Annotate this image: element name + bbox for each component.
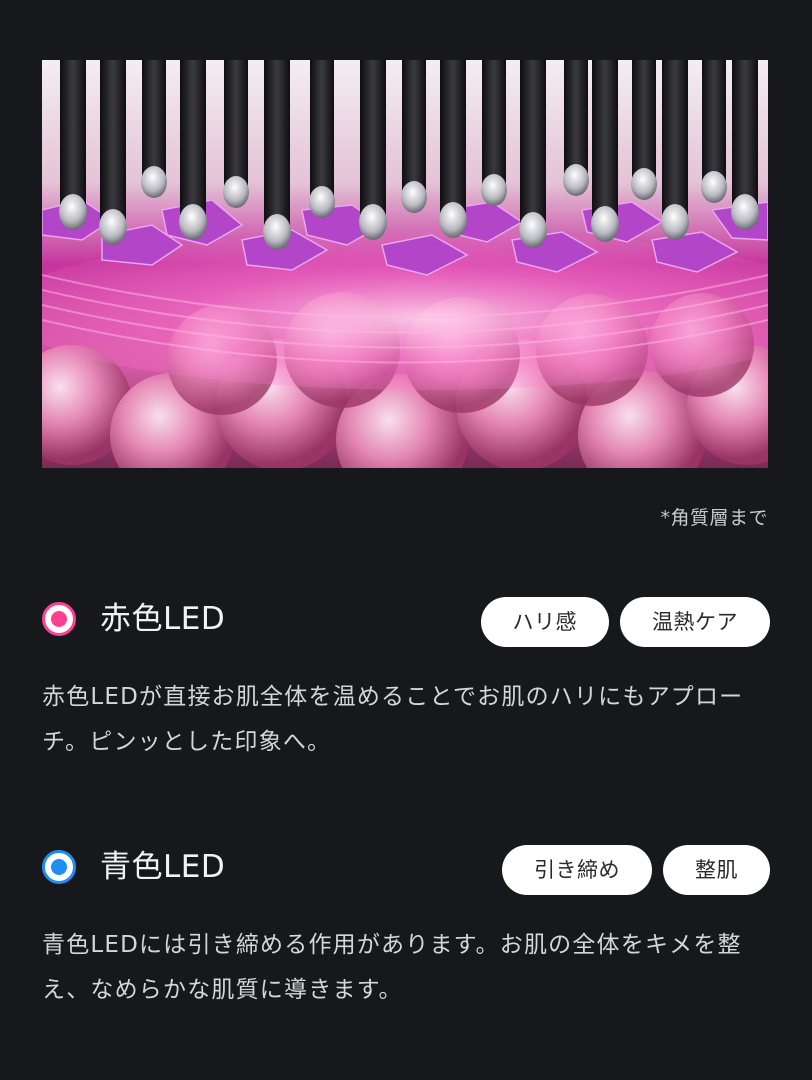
red-led-radio-icon (42, 602, 76, 636)
blue-led-description: 青色LEDには引き締める作用があります。お肌の全体をキメを整え、なめらかな肌質に… (42, 932, 742, 1003)
red-led-header: 赤色LED ハリ感 温熱ケア (42, 597, 770, 649)
tag-hikishime: 引き締め (502, 845, 652, 895)
image-caption: *角質層まで (660, 507, 768, 529)
led-skin-illustration-icon (42, 60, 768, 468)
red-led-title: 赤色LED (100, 601, 226, 637)
blue-led-section: 青色LED 引き締め 整肌 青色LEDには引き締める作用があります。お肌の全体を… (42, 845, 770, 1013)
red-led-tags: ハリ感 温熱ケア (480, 597, 770, 647)
red-led-section: 赤色LED ハリ感 温熱ケア 赤色LEDが直接お肌全体を温めることでお肌のハリに… (42, 597, 770, 765)
blue-led-tags: 引き締め 整肌 (502, 845, 770, 895)
tag-onnetsu-care: 温熱ケア (620, 597, 770, 647)
blue-led-header: 青色LED 引き締め 整肌 (42, 845, 770, 897)
hero-image (42, 60, 768, 468)
blue-led-radio-icon (42, 850, 76, 884)
blue-led-title: 青色LED (100, 849, 226, 885)
tag-seiki: 整肌 (663, 845, 770, 895)
red-led-description: 赤色LEDが直接お肌全体を温めることでお肌のハリにもアプローチ。ピンッとした印象… (42, 684, 744, 755)
tag-hari: ハリ感 (480, 597, 609, 647)
